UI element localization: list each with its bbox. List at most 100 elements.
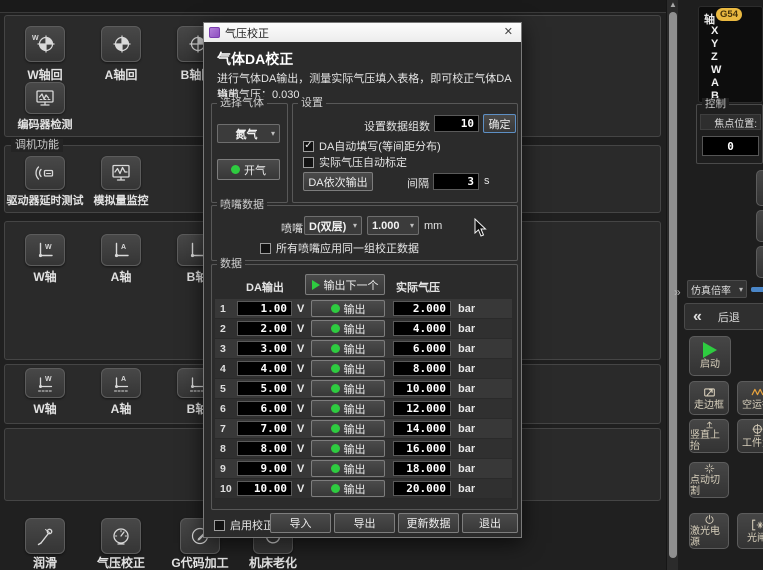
gas-group-title: 选择气体 (217, 97, 267, 110)
da-output-input[interactable]: 5.00 (237, 381, 292, 396)
analog-monitor-button[interactable] (101, 156, 141, 190)
shutter-button[interactable]: 光闸 (737, 513, 763, 549)
nozzle-size-select[interactable]: 1.000 ▾ (367, 216, 419, 235)
actual-pressure-input[interactable]: 12.000 (393, 401, 451, 416)
da-sequential-button[interactable]: DA依次输出 (303, 172, 373, 191)
pressure-unit: bar (458, 383, 475, 395)
confirm-button[interactable]: 确定 (483, 114, 516, 133)
axis-jog-dashed-icon: A (109, 371, 133, 395)
actual-pressure-input[interactable]: 2.000 (393, 301, 451, 316)
output-button[interactable]: 输出 (311, 420, 385, 437)
a-axis-home-button[interactable] (101, 26, 141, 62)
row-number: 5 (220, 383, 226, 395)
actual-pressure-input[interactable]: 16.000 (393, 441, 451, 456)
update-data-button[interactable]: 更新数据 (398, 513, 459, 533)
confirm-label: 确定 (489, 116, 511, 132)
frame-run-button[interactable]: 走边框 (689, 381, 729, 415)
auto-calibrate-checkbox[interactable]: 实际气压自动标定 (303, 154, 407, 170)
start-button[interactable]: 启动 (689, 336, 731, 376)
sim-rate-slider[interactable] (751, 287, 763, 292)
w-axis-button-2[interactable]: W (25, 368, 65, 398)
data-count-input[interactable]: 10 (434, 115, 479, 132)
svg-text:W: W (32, 35, 39, 42)
nozzle-type-select[interactable]: D(双层) ▾ (304, 216, 362, 235)
checkbox-unchecked-icon[interactable] (303, 157, 314, 168)
da-output-input[interactable]: 3.00 (237, 341, 292, 356)
close-icon[interactable]: ✕ (504, 25, 513, 38)
side-tool-button-2[interactable] (756, 210, 763, 242)
output-button[interactable]: 输出 (311, 360, 385, 377)
dry-run-button[interactable]: 空运行 (737, 381, 763, 415)
da-output-input[interactable]: 10.00 (237, 481, 292, 496)
actual-pressure-input[interactable]: 6.000 (393, 341, 451, 356)
output-button[interactable]: 输出 (311, 320, 385, 337)
a-axis-button-2[interactable]: A (101, 368, 141, 398)
output-button[interactable]: 输出 (311, 300, 385, 317)
scrollbar-up-icon[interactable]: ▲ (669, 0, 677, 9)
export-button[interactable]: 导出 (334, 513, 395, 533)
analog-monitor-icon (109, 161, 133, 185)
da-output-input[interactable]: 9.00 (237, 461, 292, 476)
output-button[interactable]: 输出 (311, 380, 385, 397)
laser-power-button[interactable]: 激光电源 (689, 513, 729, 549)
output-next-button[interactable]: 输出下一个 (305, 274, 385, 295)
export-label: 导出 (354, 515, 376, 531)
w-axis-button[interactable]: W (25, 234, 65, 266)
update-data-label: 更新数据 (407, 515, 451, 531)
da-output-input[interactable]: 4.00 (237, 361, 292, 376)
actual-pressure-input[interactable]: 8.000 (393, 361, 451, 376)
da-output-input[interactable]: 2.00 (237, 321, 292, 336)
play-icon (703, 342, 717, 358)
enable-calibration-checkbox[interactable]: 启用校正 (214, 517, 274, 533)
back-chevrons-icon: « (693, 308, 702, 326)
da-output-input[interactable]: 1.00 (237, 301, 292, 316)
da-output-input[interactable]: 7.00 (237, 421, 292, 436)
w-axis-home-button[interactable]: W (25, 26, 65, 62)
interval-unit: s (484, 175, 490, 187)
actual-pressure-input[interactable]: 18.000 (393, 461, 451, 476)
encoder-check-button[interactable] (25, 82, 65, 114)
auto-fill-checkbox[interactable]: ✓ DA自动填写(等间距分布) (303, 138, 441, 154)
checkbox-unchecked-icon[interactable] (260, 243, 271, 254)
side-tool-button-3[interactable] (756, 246, 763, 278)
output-button[interactable]: 输出 (311, 480, 385, 497)
actual-pressure-input[interactable]: 14.000 (393, 421, 451, 436)
open-gas-button[interactable]: 开气 (217, 159, 280, 180)
output-button[interactable]: 输出 (311, 440, 385, 457)
output-button[interactable]: 输出 (311, 340, 385, 357)
actual-pressure-input[interactable]: 20.000 (393, 481, 451, 496)
panel-expander-icon[interactable]: » (674, 285, 681, 299)
side-tool-button-1[interactable] (756, 170, 763, 206)
driver-delay-test-button[interactable] (25, 156, 65, 190)
checkbox-unchecked-icon[interactable] (214, 520, 225, 531)
actual-pressure-input[interactable]: 4.000 (393, 321, 451, 336)
share-calibration-checkbox[interactable]: 所有喷嘴应用同一组校正数据 (260, 240, 419, 256)
vertical-lift-button[interactable]: 竖直上抬 (689, 419, 729, 453)
focus-position-input[interactable]: 0 (702, 136, 759, 156)
pressure-calibration-button[interactable] (101, 518, 141, 554)
start-label: 启动 (700, 359, 720, 370)
workpiece-button[interactable]: 工件置 (737, 419, 763, 453)
da-output-input[interactable]: 8.00 (237, 441, 292, 456)
axis-x-label: X (711, 25, 725, 37)
interval-input[interactable]: 3 (433, 173, 479, 190)
back-button[interactable]: « 后退 (684, 303, 763, 330)
output-button[interactable]: 输出 (311, 400, 385, 417)
checkbox-checked-icon[interactable]: ✓ (303, 141, 314, 152)
a-axis-button[interactable]: A (101, 234, 141, 266)
exit-button[interactable]: 退出 (462, 513, 518, 533)
actual-pressure-input[interactable]: 10.000 (393, 381, 451, 396)
row-number: 4 (220, 363, 226, 375)
jog-cut-button[interactable]: 点动切割 (689, 462, 729, 498)
da-output-input[interactable]: 6.00 (237, 401, 292, 416)
green-dot-icon (231, 165, 240, 174)
shutter-icon (750, 518, 763, 532)
gas-select[interactable]: 氮气 ▾ (217, 124, 280, 143)
table-row: 1010.00V输出20.000bar (215, 479, 512, 499)
lubrication-button[interactable] (25, 518, 65, 554)
dialog-titlebar[interactable]: 气压校正 ✕ (204, 23, 521, 42)
sim-rate-dropdown[interactable]: 仿真倍率 ▾ (687, 280, 747, 298)
output-button[interactable]: 输出 (311, 460, 385, 477)
svg-text:A: A (121, 376, 126, 383)
import-button[interactable]: 导入 (270, 513, 331, 533)
